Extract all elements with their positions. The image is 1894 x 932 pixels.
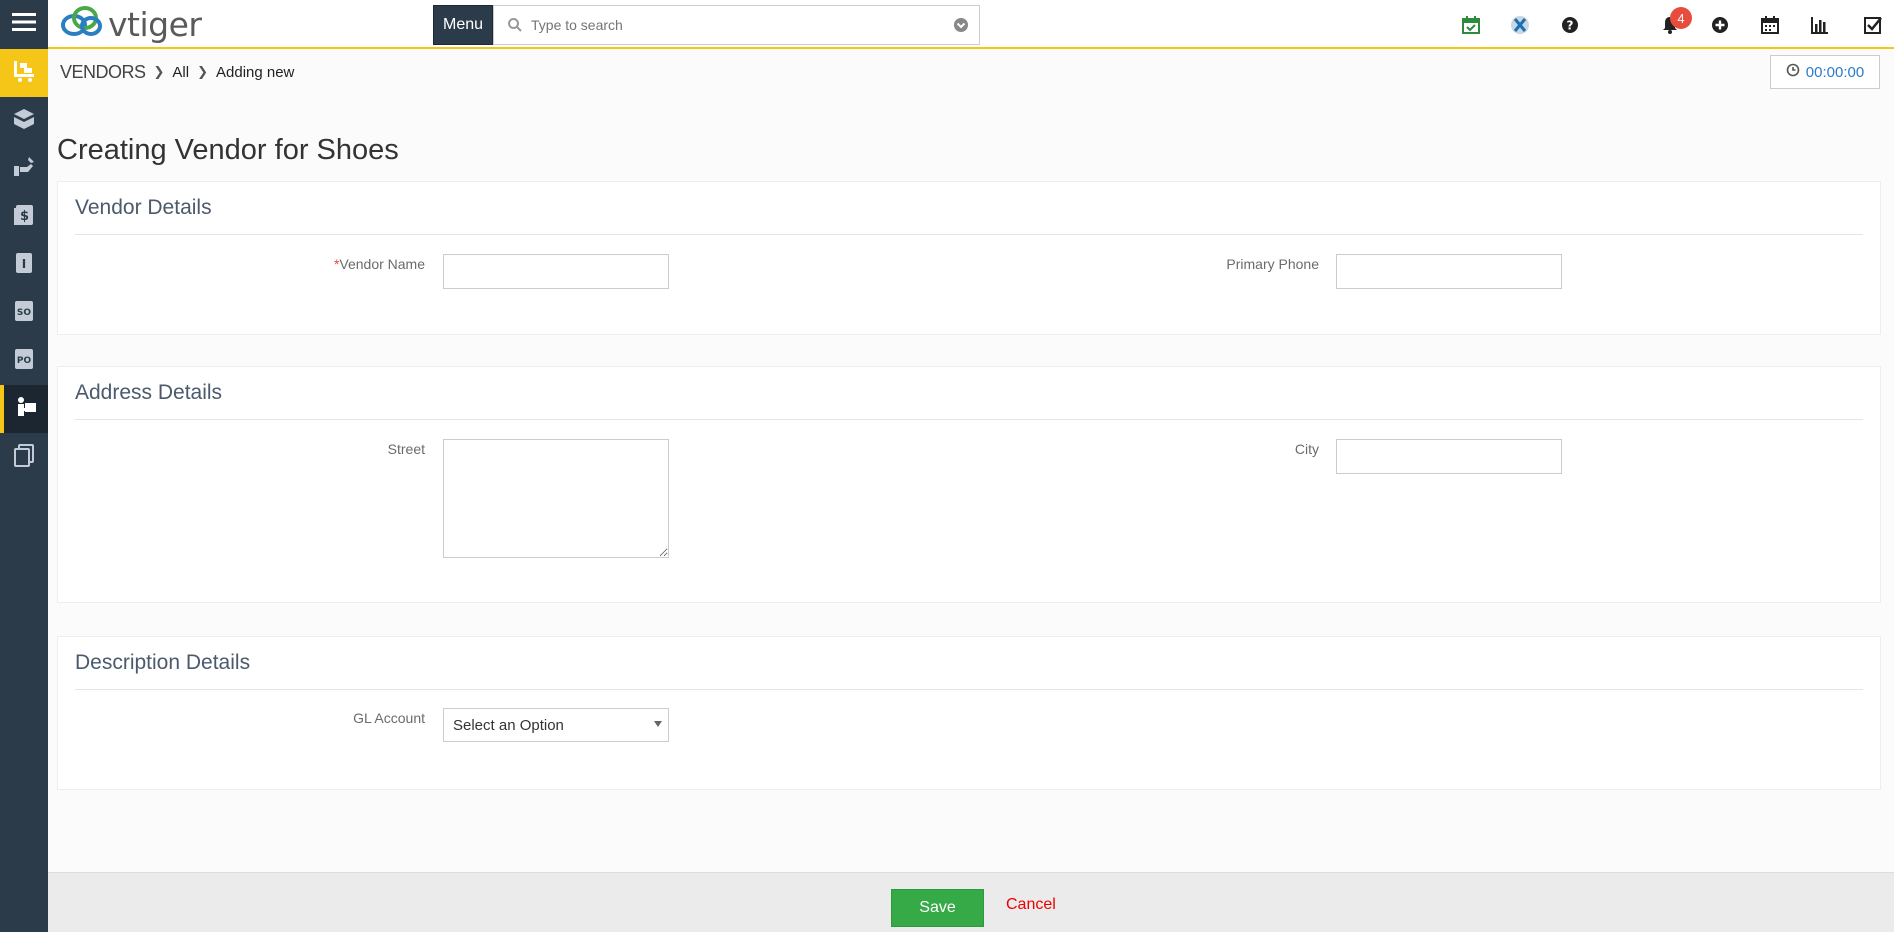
products-icon: [11, 106, 37, 137]
purchase-order-icon: PO: [11, 346, 37, 377]
svg-text:?: ?: [1567, 19, 1574, 33]
vendor-name-field[interactable]: [443, 254, 669, 289]
documents-icon: [11, 442, 37, 473]
invoice-icon: I: [11, 250, 37, 281]
gl-account-select[interactable]: Select an Option: [443, 708, 669, 742]
logo-text: vtiger: [108, 4, 202, 44]
section-divider: [75, 689, 1863, 690]
page-title: Creating Vendor for Shoes: [57, 134, 399, 166]
breadcrumb-all[interactable]: All: [172, 64, 189, 81]
reports-icon[interactable]: [1808, 13, 1832, 37]
street-label: Street: [387, 441, 425, 457]
sidebar-item-services[interactable]: [0, 145, 48, 193]
cancel-link[interactable]: Cancel: [1006, 896, 1056, 914]
hamburger-icon: [11, 9, 37, 40]
left-app-rail: $ I SO PO: [0, 0, 48, 932]
save-button[interactable]: Save: [891, 889, 984, 927]
breadcrumb-module[interactable]: VENDORS: [60, 62, 146, 83]
section-divider: [75, 234, 1863, 235]
sidebar-item-products[interactable]: [0, 97, 48, 145]
tasks-icon[interactable]: [1861, 13, 1885, 37]
help-icon[interactable]: ?: [1558, 13, 1582, 37]
svg-text:SO: SO: [17, 308, 31, 318]
vtiger-logo[interactable]: vtiger: [60, 4, 202, 45]
svg-text:I: I: [22, 257, 26, 271]
calendar-check-icon[interactable]: [1459, 13, 1483, 37]
search-options-chevron-icon[interactable]: [953, 17, 969, 33]
vendor-name-label: *Vendor Name: [225, 256, 425, 272]
sidebar-item-invoice[interactable]: I: [0, 241, 48, 289]
sidebar-item-purchase-order[interactable]: PO: [0, 337, 48, 385]
section-title: Address Details: [75, 381, 223, 404]
sidebar-item-sales-order[interactable]: SO: [0, 289, 48, 337]
timer-value: 00:00:00: [1805, 63, 1865, 81]
app-menu-button[interactable]: [0, 0, 48, 49]
calendar-icon[interactable]: [1758, 13, 1782, 37]
vendor-name-label-text: Vendor Name: [339, 256, 425, 272]
price-book-icon: $: [11, 202, 37, 233]
logo-cloud-icon: [60, 4, 104, 45]
city-label: City: [1294, 441, 1319, 457]
primary-phone-label: Primary Phone: [1226, 256, 1319, 272]
gl-account-label: GL Account: [353, 710, 425, 726]
top-bar: vtiger Menu ? 4: [48, 0, 1894, 49]
chevron-right-icon: ❯: [197, 64, 208, 79]
svg-text:$: $: [20, 209, 29, 224]
clock-icon: [1786, 63, 1806, 81]
sidebar-item-vendors[interactable]: [0, 385, 48, 433]
caret-down-icon: [654, 721, 662, 727]
primary-phone-field[interactable]: [1336, 254, 1562, 289]
section-title: Description Details: [75, 651, 251, 674]
vendor-details-section: Vendor Details *Vendor Name Primary Phon…: [57, 181, 1881, 335]
city-field[interactable]: [1336, 439, 1562, 474]
inventory-icon: [11, 58, 37, 89]
menu-button[interactable]: Menu: [433, 5, 493, 45]
timer-button[interactable]: 00:00:00: [1770, 55, 1880, 89]
notification-count-badge: 4: [1670, 7, 1692, 29]
breadcrumb: VENDORS ❯ All ❯ Adding new: [60, 60, 294, 84]
chevron-right-icon: ❯: [153, 64, 165, 79]
section-title: Vendor Details: [75, 196, 212, 219]
sales-order-icon: SO: [11, 298, 37, 329]
plus-circle-icon[interactable]: [1708, 13, 1732, 37]
search-input[interactable]: [523, 17, 953, 33]
breadcrumb-current: Adding new: [216, 63, 295, 81]
vendors-icon: [13, 394, 39, 425]
xm-icon[interactable]: [1508, 13, 1532, 37]
description-details-section: Description Details GL Account Select an…: [57, 636, 1881, 790]
search-icon: [507, 17, 523, 33]
services-icon: [11, 154, 37, 185]
sidebar-item-documents[interactable]: [0, 433, 48, 481]
global-search: [493, 5, 980, 45]
sidebar-item-inventory[interactable]: [0, 49, 48, 97]
section-divider: [75, 419, 1863, 420]
svg-text:PO: PO: [17, 356, 32, 366]
address-details-section: Address Details Street City: [57, 366, 1881, 603]
sidebar-item-price-books[interactable]: $: [0, 193, 48, 241]
street-field[interactable]: [443, 439, 669, 558]
gl-account-selected-value: Select an Option: [453, 716, 564, 734]
